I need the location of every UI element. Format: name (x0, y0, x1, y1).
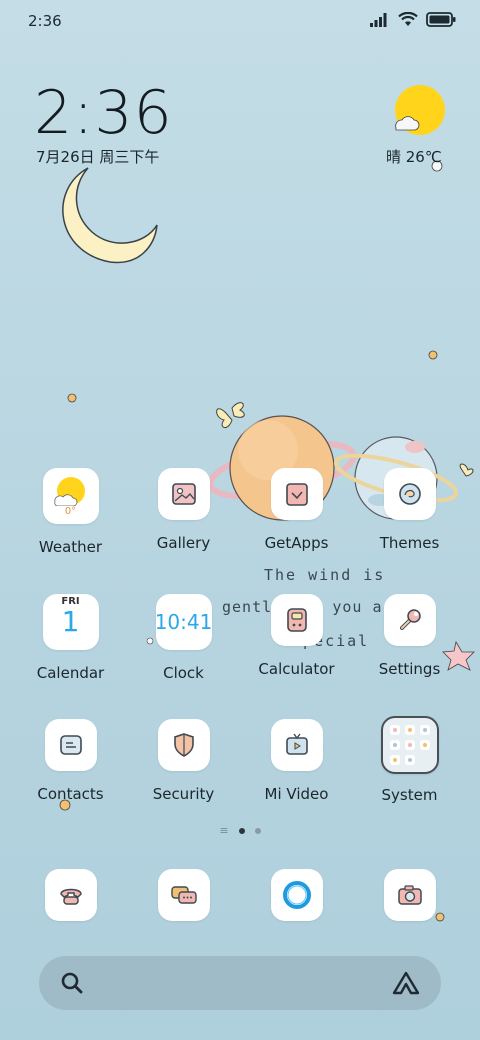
app-label: Settings (378, 660, 441, 678)
settings-icon (383, 594, 436, 646)
video-icon (270, 719, 323, 771)
app-themes[interactable]: Themes (353, 468, 466, 556)
app-calendar[interactable]: FRI 1 Calendar (14, 594, 127, 682)
app-grid-row-1: 0° Weather Gallery GetApps Themes (14, 468, 466, 556)
app-label: System (381, 786, 438, 804)
camera-icon (383, 869, 436, 921)
app-label: Clock (163, 664, 204, 682)
menu-lines-icon[interactable]: ≡ (219, 825, 228, 836)
page-dot-active[interactable] (238, 828, 245, 834)
weather-widget-text[interactable]: 晴 26℃ (386, 146, 442, 167)
security-icon (157, 719, 210, 771)
calendar-date: 1 (61, 605, 80, 638)
app-label: Mi Video (264, 785, 329, 803)
weather-app-temp: 0° (64, 505, 77, 517)
page-indicator[interactable]: ≡ (0, 825, 480, 836)
clock-widget-date[interactable]: 7月26日 周三下午 (36, 146, 159, 167)
assistant-icon[interactable] (391, 970, 421, 996)
app-label: Themes (379, 534, 440, 552)
search-bar[interactable] (39, 956, 441, 1010)
app-getapps[interactable]: GetApps (240, 468, 353, 556)
sun-cloud-icon[interactable] (390, 84, 446, 140)
phone-icon (44, 869, 97, 921)
clock-widget-time[interactable]: 2:36 (34, 78, 173, 148)
getapps-icon (270, 468, 323, 520)
app-settings[interactable]: Settings (353, 594, 466, 682)
dock-camera[interactable] (353, 869, 466, 935)
browser-icon (270, 869, 323, 921)
clock-app-time: 10:41 (154, 610, 213, 634)
dock-browser[interactable] (240, 869, 353, 935)
dock-messages[interactable] (127, 869, 240, 935)
app-grid-row-2: FRI 1 Calendar 10:41 Clock Calculator Se… (14, 594, 466, 682)
app-weather[interactable]: 0° Weather (14, 468, 127, 556)
dock (14, 869, 466, 935)
status-time: 2:36 (28, 12, 62, 30)
folder-icon (380, 716, 439, 774)
app-grid-row-3: Contacts Security Mi Video System (14, 716, 466, 804)
themes-icon (383, 468, 436, 520)
wifi-icon (398, 12, 418, 26)
gallery-icon (157, 468, 210, 520)
contacts-icon (44, 719, 97, 771)
dock-phone[interactable] (14, 869, 127, 935)
battery-icon (426, 12, 456, 27)
messages-icon (157, 869, 210, 921)
page-dot[interactable] (254, 828, 261, 834)
signal-icon (370, 12, 387, 27)
clock-icon: 10:41 (154, 594, 213, 650)
app-label: Security (152, 785, 215, 803)
wallpaper-text-line1: The wind is (264, 566, 386, 584)
search-icon[interactable] (59, 970, 85, 996)
calculator-icon (270, 594, 323, 646)
app-label: Gallery (156, 534, 211, 552)
app-security[interactable]: Security (127, 719, 240, 804)
status-bar: 2:36 (0, 0, 480, 40)
app-contacts[interactable]: Contacts (14, 719, 127, 804)
app-label: GetApps (264, 534, 329, 552)
app-label: Weather (38, 538, 103, 556)
app-mi-video[interactable]: Mi Video (240, 719, 353, 804)
calendar-icon: FRI 1 (42, 594, 99, 650)
app-label: Calculator (258, 660, 335, 678)
app-gallery[interactable]: Gallery (127, 468, 240, 556)
app-calculator[interactable]: Calculator (240, 594, 353, 682)
app-clock[interactable]: 10:41 Clock (127, 594, 240, 682)
app-label: Contacts (37, 785, 104, 803)
status-icons (370, 12, 456, 27)
app-folder-system[interactable]: System (353, 716, 466, 804)
weather-icon: 0° (42, 468, 99, 524)
app-label: Calendar (36, 664, 105, 682)
